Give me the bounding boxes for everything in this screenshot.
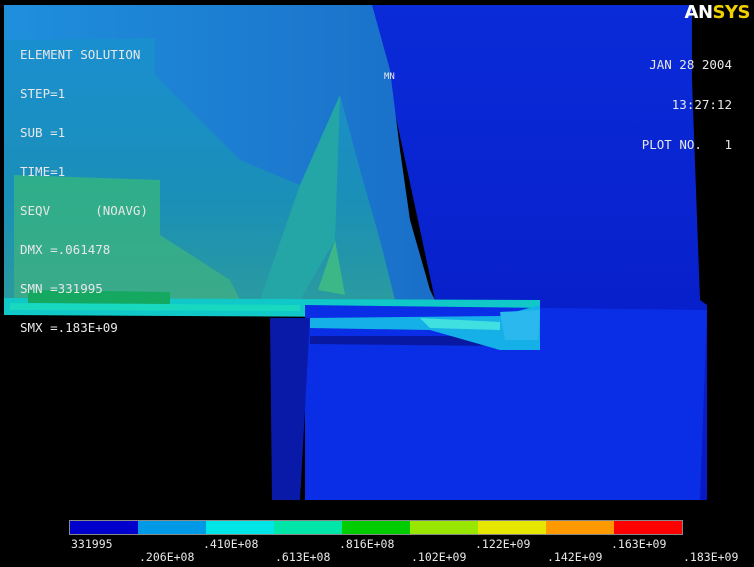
solution-info-block: ELEMENT SOLUTION STEP=1 SUB =1 TIME=1 SE… — [20, 22, 148, 347]
legend-tick-label: .102E+09 — [411, 550, 467, 564]
info-time: TIME=1 — [20, 164, 66, 179]
legend-swatch — [342, 521, 410, 534]
region-contact-tip — [500, 310, 540, 340]
info-seqv: SEQV (NOAVG) — [20, 203, 148, 218]
legend-tick-label: .183E+09 — [683, 550, 739, 564]
legend-swatch — [138, 521, 206, 534]
legend-tick-label: .142E+09 — [547, 550, 603, 564]
plot-number: PLOT NO. 1 — [641, 137, 732, 152]
legend-tick-label: .163E+09 — [611, 537, 667, 551]
legend-tick-label: .613E+08 — [275, 550, 331, 564]
legend-tick-label: .122E+09 — [475, 537, 531, 551]
legend-swatch — [274, 521, 342, 534]
legend-swatch — [206, 521, 274, 534]
legend-tick-label: 331995 — [71, 537, 113, 551]
legend-swatch — [410, 521, 478, 534]
plot-date: JAN 28 2004 — [649, 57, 732, 72]
info-title: ELEMENT SOLUTION — [20, 47, 141, 62]
legend-swatch — [614, 521, 682, 534]
contour-legend-bar — [69, 520, 683, 535]
min-marker-label: MN — [384, 72, 395, 82]
legend-swatch — [478, 521, 546, 534]
legend-swatch — [70, 521, 138, 534]
legend-tick-label: .206E+08 — [139, 550, 195, 564]
ansys-logo: ANSYS — [684, 2, 751, 23]
info-smn: SMN =331995 — [20, 281, 103, 296]
legend-swatch — [546, 521, 614, 534]
info-step: STEP=1 — [20, 86, 66, 101]
plot-time: 13:27:12 — [671, 97, 732, 112]
plot-header: JAN 28 2004 13:27:12 PLOT NO. 1 — [642, 32, 732, 165]
logo-text-sys: SYS — [712, 2, 751, 23]
legend-tick-label: .410E+08 — [203, 537, 259, 551]
info-smx: SMX =.183E+09 — [20, 320, 118, 335]
info-dmx: DMX =.061478 — [20, 242, 111, 257]
logo-text-an: AN — [684, 2, 714, 23]
legend-tick-label: .816E+08 — [339, 537, 395, 551]
info-sub: SUB =1 — [20, 125, 66, 140]
